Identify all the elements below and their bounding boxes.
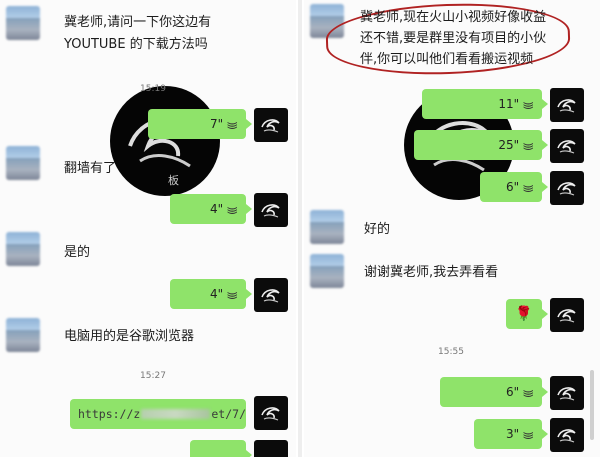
voice-duration: 6" [505, 385, 520, 399]
voice-message-bubble[interactable]: 6" ))) [440, 377, 548, 407]
contact-avatar[interactable] [6, 6, 40, 40]
voice-duration: 7" [209, 117, 224, 131]
swirl-logo-icon [261, 204, 280, 218]
user-avatar[interactable] [550, 376, 584, 410]
voice-wave-icon: ))) [522, 100, 536, 108]
user-avatar[interactable] [550, 129, 584, 163]
message-text: 谢谢冀老师,我去弄看看 [364, 265, 499, 280]
contact-avatar[interactable] [310, 210, 344, 244]
swirl-logo-icon [557, 182, 576, 196]
svg-text:板: 板 [168, 173, 179, 187]
link-text-end[interactable]: et/7/ [211, 407, 246, 421]
swirl-logo-icon [557, 140, 576, 154]
user-avatar[interactable] [254, 278, 288, 312]
message-text: 是的 [64, 245, 91, 260]
message-text: YOUTUBE 的下载方法吗 [64, 37, 208, 52]
voice-message-bubble[interactable]: 4" ))) [170, 279, 252, 309]
user-avatar[interactable] [254, 193, 288, 227]
voice-wave-icon: ))) [522, 183, 536, 191]
highlighted-message-text: 伴,你可以叫他们看看搬运视频 [360, 52, 534, 67]
link-message-bubble[interactable]: https://z et/7/ [70, 399, 246, 429]
right-chat-panel: 冀老师,现在火山小视频好像收益 还不错,要是群里没有项目的小伙 伴,你可以叫他们… [304, 0, 600, 457]
voice-message-bubble[interactable]: 3" ))) [474, 419, 548, 449]
user-avatar[interactable] [550, 298, 584, 332]
contact-avatar[interactable] [6, 318, 40, 352]
avatar-preview: 板 [110, 86, 220, 196]
swirl-logo-icon [261, 289, 280, 303]
voice-duration: 11" [498, 97, 520, 111]
user-avatar[interactable] [254, 108, 288, 142]
emoji-message-bubble[interactable]: 🌹 [506, 299, 548, 329]
timestamp: 15:19 [140, 84, 166, 94]
user-avatar[interactable] [550, 418, 584, 452]
contact-avatar[interactable] [310, 254, 344, 288]
voice-message-bubble[interactable]: 25" ))) [414, 130, 548, 160]
swirl-logo-icon: 板 [128, 117, 197, 187]
swirl-logo-icon [557, 309, 576, 323]
timestamp: 15:27 [140, 371, 166, 381]
message-text: 冀老师,请问一下你这边有 [64, 15, 212, 30]
rose-emoji-icon: 🌹 [515, 306, 533, 322]
voice-duration: 4" [209, 287, 224, 301]
user-avatar[interactable] [254, 440, 288, 457]
swirl-logo-icon [261, 119, 280, 133]
message-text: 好的 [364, 222, 391, 237]
blurred-link-segment [141, 409, 211, 419]
link-text-start[interactable]: https://z [78, 407, 140, 421]
panel-divider [298, 0, 302, 457]
contact-avatar[interactable] [6, 146, 40, 180]
timestamp: 15:55 [438, 347, 464, 357]
user-avatar[interactable] [550, 171, 584, 205]
voice-message-bubble[interactable]: 6" ))) [480, 172, 548, 202]
voice-duration: 3" [505, 427, 520, 441]
voice-wave-icon: ))) [522, 430, 536, 438]
voice-wave-icon: ))) [226, 205, 240, 213]
message-text: 翻墙有了 [64, 161, 117, 176]
voice-duration: 4" [209, 202, 224, 216]
swirl-logo-icon [261, 407, 280, 421]
voice-wave-icon: ))) [522, 141, 536, 149]
user-avatar[interactable] [550, 88, 584, 122]
swirl-logo-icon [557, 387, 576, 401]
highlighted-message-text: 冀老师,现在火山小视频好像收益 [360, 10, 547, 25]
voice-message-bubble[interactable] [190, 440, 252, 457]
user-avatar[interactable] [254, 396, 288, 430]
voice-wave-icon: ))) [522, 388, 536, 396]
scrollbar-thumb[interactable] [590, 370, 594, 440]
voice-message-bubble[interactable]: 7" ))) [148, 109, 252, 139]
swirl-logo-icon [557, 429, 576, 443]
voice-wave-icon: ))) [226, 290, 240, 298]
highlighted-message-text: 还不错,要是群里没有项目的小伙 [360, 31, 547, 46]
swirl-logo-icon [557, 99, 576, 113]
voice-duration: 25" [498, 138, 520, 152]
voice-wave-icon: ))) [226, 120, 240, 128]
left-chat-panel: 冀老师,请问一下你这边有 YOUTUBE 的下载方法吗 板 15:19 7" )… [0, 0, 296, 457]
contact-avatar[interactable] [6, 232, 40, 266]
voice-message-bubble[interactable]: 4" ))) [170, 194, 252, 224]
message-text: 电脑用的是谷歌浏览器 [64, 329, 195, 344]
voice-message-bubble[interactable]: 11" ))) [422, 89, 548, 119]
voice-duration: 6" [505, 180, 520, 194]
